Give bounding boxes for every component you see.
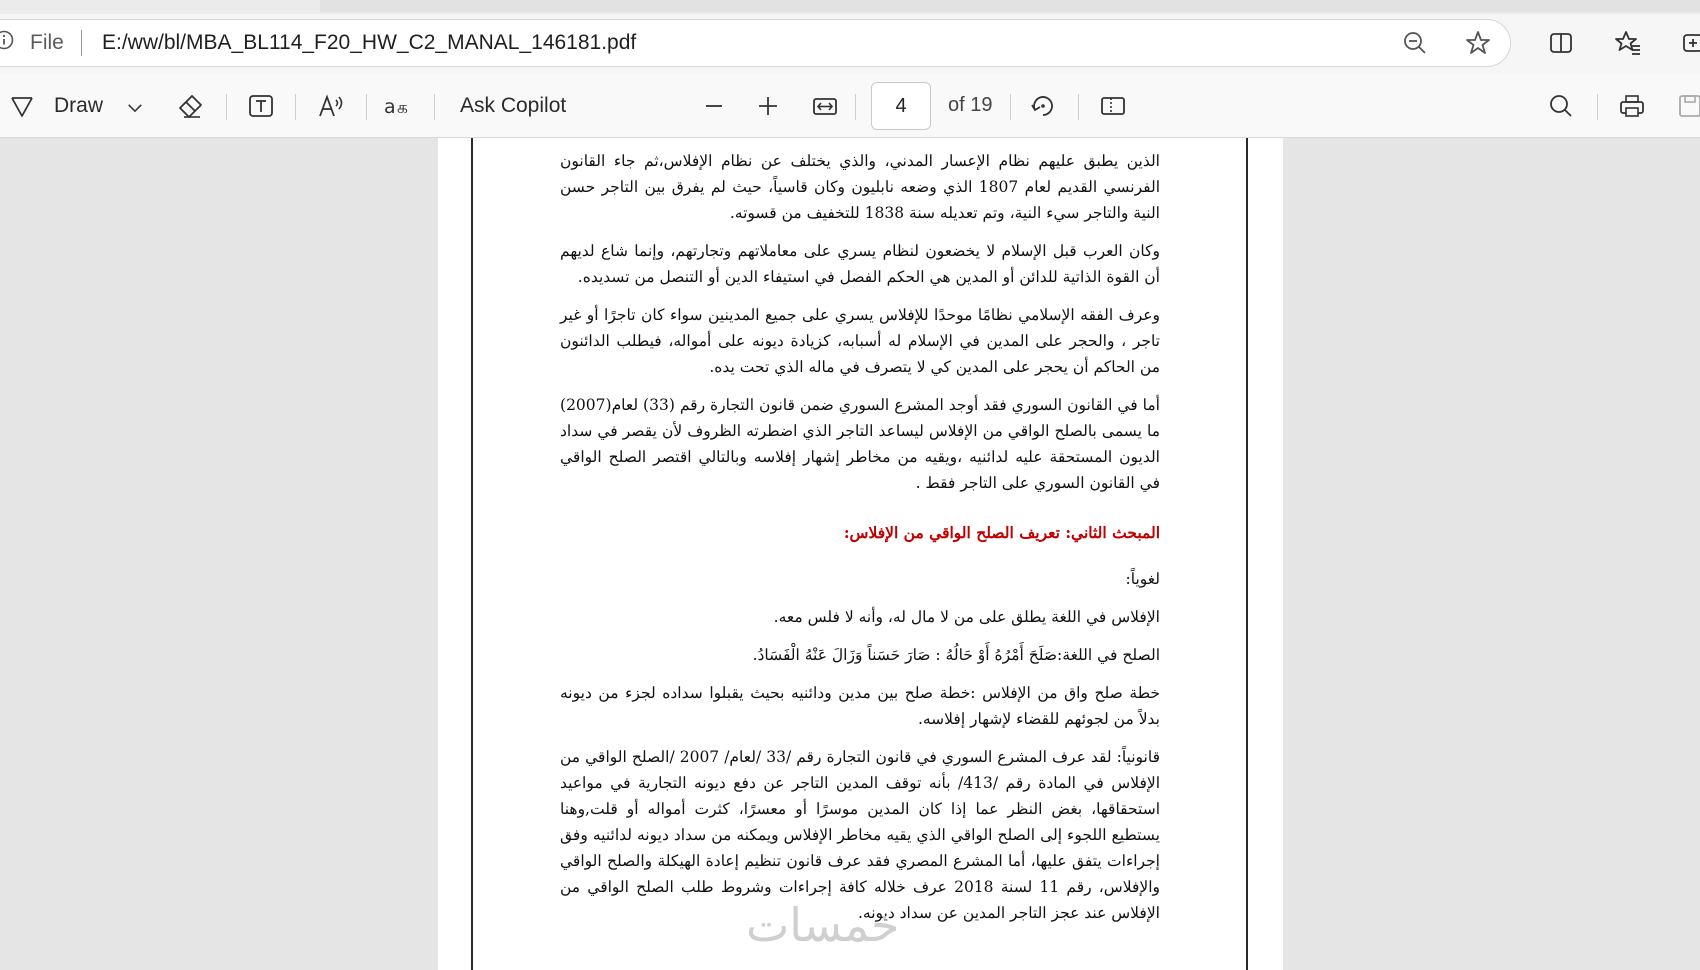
paragraph-8: خطة صلح واق من الإفلاس :خطة صلح بين مدين… xyxy=(560,684,1160,728)
translate-icon[interactable]: aக xyxy=(384,90,416,122)
paragraph-3: وعرف الفقه الإسلامي نظامًا موحدًا للإفلا… xyxy=(560,306,1160,376)
paragraph-6: الإفلاس في اللغة يطلق على من لا مال له، … xyxy=(773,608,1160,626)
fit-width-icon[interactable] xyxy=(811,90,839,122)
favorites-icon[interactable] xyxy=(1614,29,1642,57)
paragraph-5: لغوياً: xyxy=(1125,570,1160,588)
eraser-icon[interactable] xyxy=(176,90,204,122)
text-box-icon[interactable] xyxy=(247,90,275,122)
url-separator xyxy=(81,30,82,56)
draw-chevron-down-icon[interactable] xyxy=(124,92,146,124)
print-icon[interactable] xyxy=(1618,90,1646,122)
page-total-label: of 19 xyxy=(948,94,993,116)
section-heading: المبحث الثاني: تعريف الصلح الواقي من الإ… xyxy=(843,523,1160,542)
info-icon[interactable] xyxy=(0,30,14,50)
toolbar-separator xyxy=(226,94,227,120)
toolbar-separator xyxy=(295,94,296,120)
page-number-input[interactable]: 4 xyxy=(871,82,931,130)
zoom-out-minus-icon[interactable] xyxy=(700,90,728,122)
svg-text:a: a xyxy=(384,96,396,118)
ask-copilot-button[interactable]: Ask Copilot xyxy=(460,90,566,122)
watermark: خمسات xyxy=(746,898,900,952)
save-icon[interactable] xyxy=(1676,90,1700,122)
toolbar-separator xyxy=(855,94,856,120)
document-text: الذين يطبق عليهم نظام الإعسار المدني، وا… xyxy=(560,148,1160,926)
toolbar-separator xyxy=(1010,94,1011,120)
tab-strip xyxy=(0,0,1700,14)
read-aloud-icon[interactable] xyxy=(317,90,345,122)
split-screen-icon[interactable] xyxy=(1547,29,1575,57)
collections-icon[interactable] xyxy=(1680,29,1700,57)
paragraph-4: أما في القانون السوري فقد أوجد المشرع ال… xyxy=(560,396,1160,492)
page-view-icon[interactable] xyxy=(1099,90,1127,122)
toolbar-separator xyxy=(1597,94,1598,120)
file-label[interactable]: File xyxy=(30,30,64,56)
search-icon[interactable] xyxy=(1547,90,1575,122)
zoom-in-plus-icon[interactable] xyxy=(754,90,782,122)
favorite-star-icon[interactable] xyxy=(1464,29,1492,57)
draw-button[interactable]: Draw xyxy=(54,90,103,122)
active-tab-background xyxy=(320,0,1700,12)
toolbar-separator xyxy=(1078,94,1079,120)
draw-icon[interactable] xyxy=(8,90,36,122)
paragraph-7: الصلح في اللغة:صَلَحَ أَمْرُهُ أَوْ حَال… xyxy=(752,646,1160,664)
paragraph-1: الذين يطبق عليهم نظام الإعسار المدني، وا… xyxy=(560,152,1160,222)
url-text[interactable]: E:/ww/bl/MBA_BL114_F20_HW_C2_MANAL_14618… xyxy=(102,30,636,56)
svg-text:க: க xyxy=(397,98,408,118)
rotate-icon[interactable] xyxy=(1029,90,1057,122)
toolbar-separator xyxy=(366,94,367,120)
zoom-out-icon[interactable] xyxy=(1401,29,1429,57)
paragraph-2: وكان العرب قبل الإسلام لا يخضعون لنظام ي… xyxy=(560,242,1160,286)
toolbar-separator xyxy=(434,94,435,120)
